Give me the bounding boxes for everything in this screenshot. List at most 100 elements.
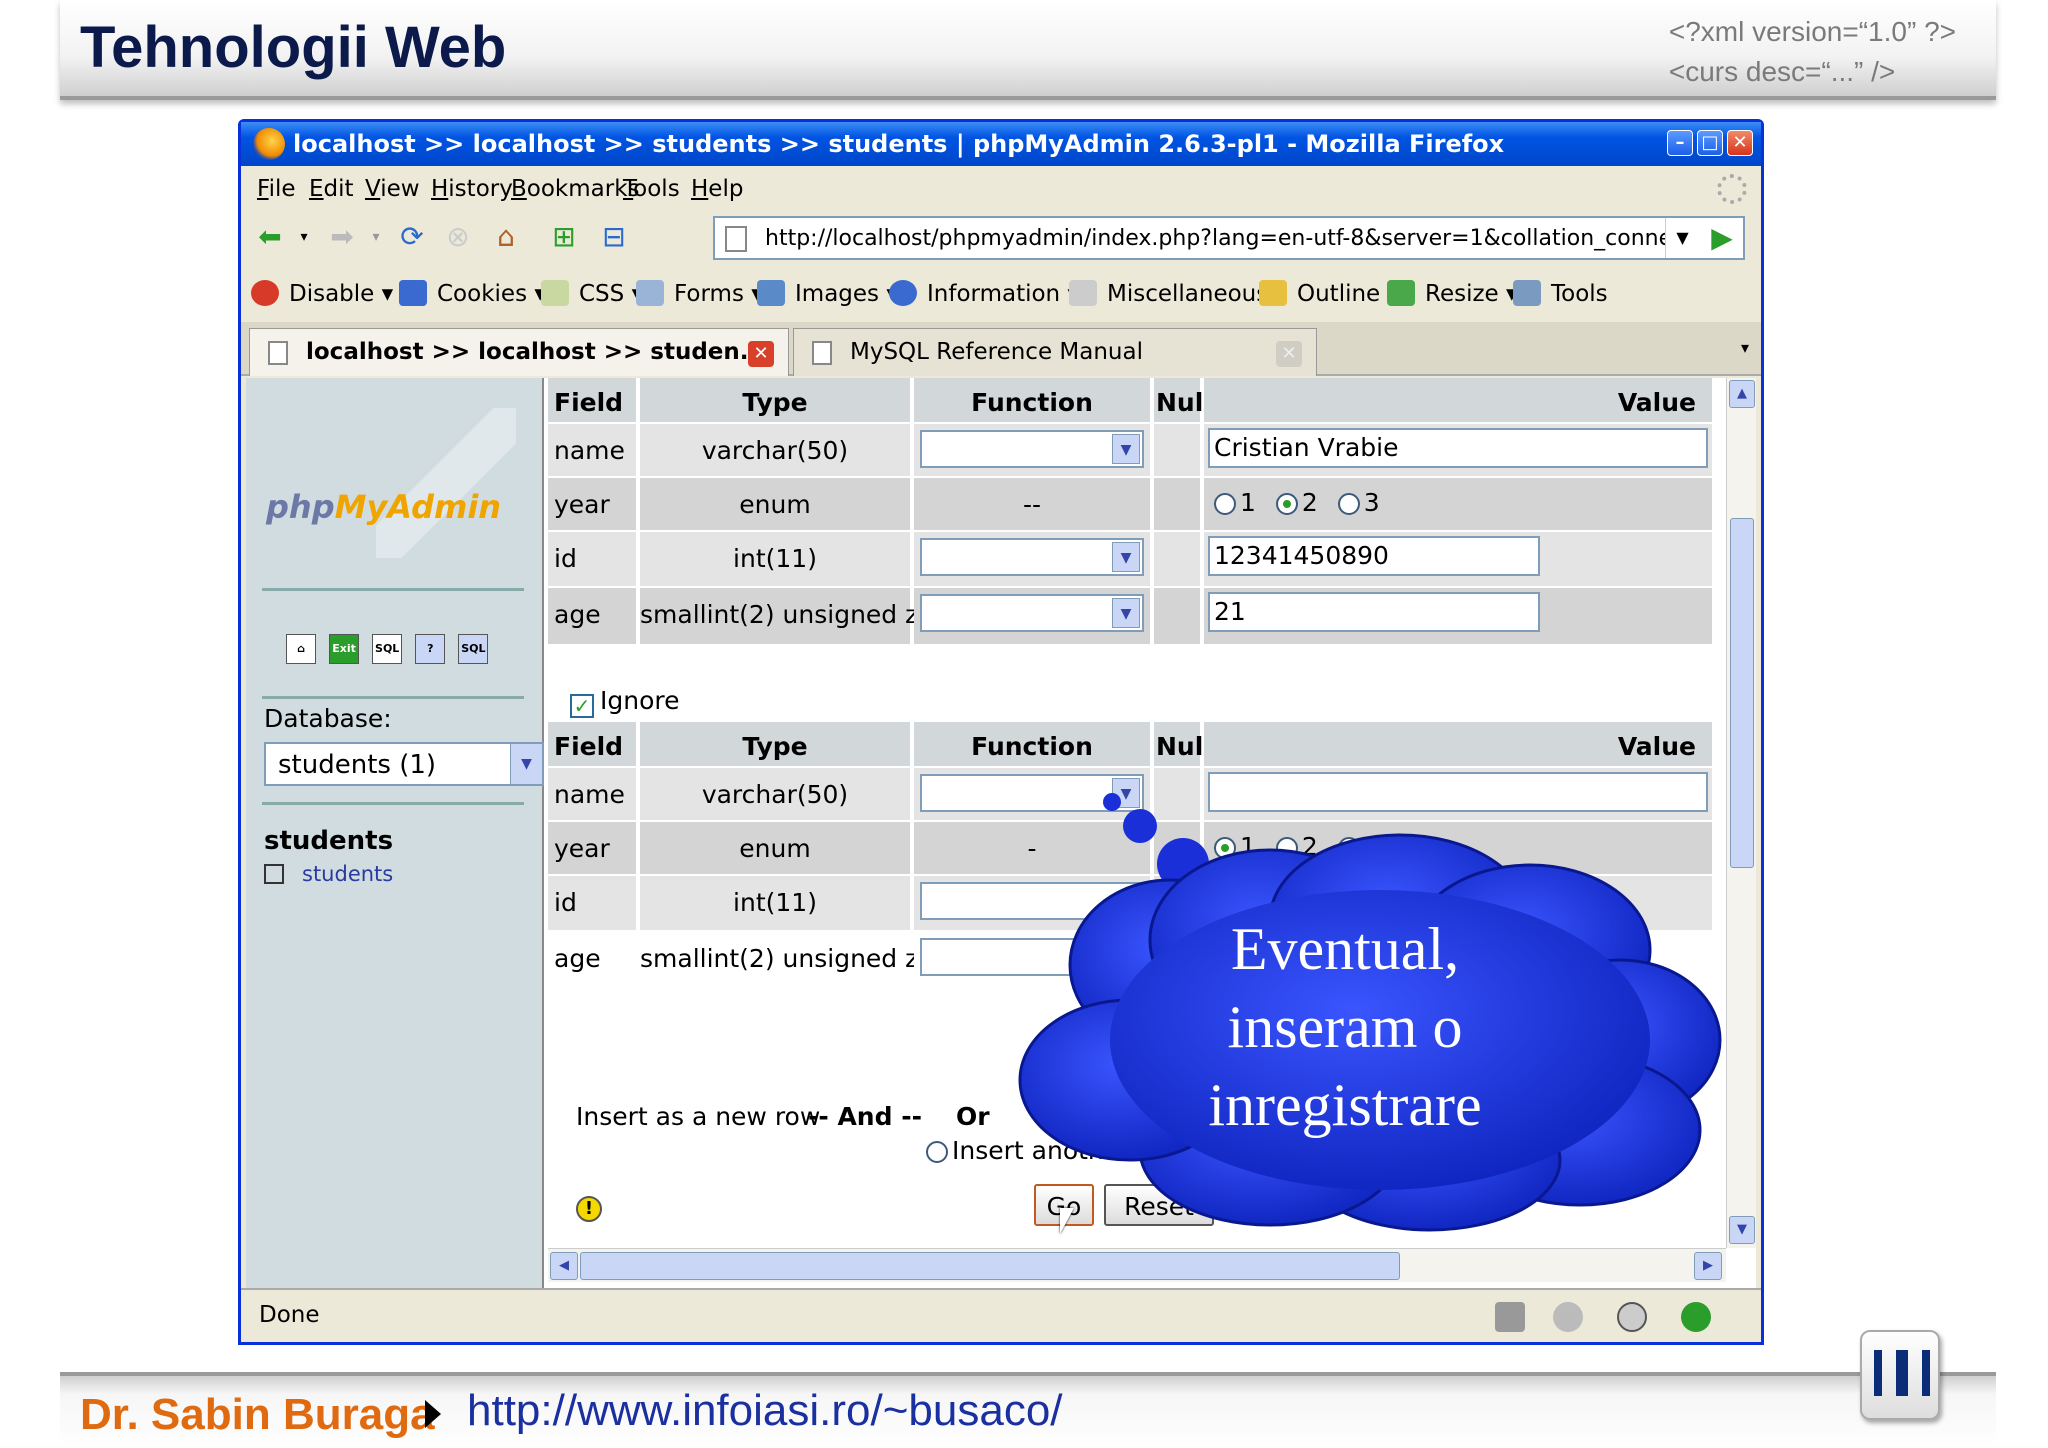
css-icon [541,280,569,306]
tab-mysql-manual[interactable]: MySQL Reference Manual ✕ [793,328,1317,376]
chevron-down-icon[interactable]: ▼ [1112,434,1140,464]
scroll-up-icon[interactable]: ▲ [1729,380,1755,408]
new-tab-icon[interactable]: ⊞ [547,220,581,254]
menu-file[interactable]: File [257,176,296,202]
scroll-down-icon[interactable]: ▼ [1729,1216,1755,1244]
database-label: Database: [264,704,392,733]
year-option-2[interactable]: 2 [1275,832,1318,861]
value-input[interactable]: 21 [1208,592,1540,632]
year-option-3[interactable]: 3 [1337,832,1380,861]
scroll-right-icon[interactable]: ▶ [1694,1252,1722,1280]
go-arrow-icon[interactable]: ▶ [1705,222,1739,254]
menu-tools[interactable]: Tools [623,176,680,202]
menu-view[interactable]: View [365,176,420,202]
radio-icon[interactable] [1214,493,1236,515]
value-input[interactable] [1208,772,1708,812]
horizontal-scrollbar[interactable]: ◀ ▶ [548,1248,1726,1282]
chevron-down-icon[interactable]: ▼ [1112,542,1140,572]
url-text[interactable]: http://localhost/phpmyadmin/index.php?la… [765,226,1665,251]
database-select[interactable]: students (1) ▼ [264,742,544,786]
new-window-icon[interactable]: ⊟ [597,220,631,254]
function-select[interactable]: ▼ [920,430,1144,468]
checkmark-icon[interactable]: ✓ [570,694,594,718]
stop-icon[interactable]: ⊗ [441,220,475,254]
dev-resize[interactable]: Resize ▾ [1387,280,1518,307]
close-tab-icon[interactable]: ✕ [1276,341,1302,367]
year-option-1[interactable]: 1 [1214,488,1256,517]
dev-tools[interactable]: Tools [1513,280,1608,307]
forward-dropdown-icon[interactable]: ▾ [359,220,393,254]
close-tab-icon[interactable]: ✕ [748,341,774,367]
database-name[interactable]: students [264,826,393,856]
null-cell [1154,768,1200,820]
adblock-icon[interactable] [1617,1302,1647,1332]
function-select[interactable]: ▼ [920,594,1144,632]
images-icon [757,280,785,306]
scroll-left-icon[interactable]: ◀ [550,1252,578,1280]
close-button[interactable]: ✕ [1727,130,1753,156]
url-dropdown-icon[interactable]: ▼ [1665,218,1699,258]
function-select[interactable]: ▼ [920,774,1144,812]
reset-button[interactable]: Reset [1104,1184,1214,1226]
footer-url[interactable]: http://www.infoiasi.ro/~busaco/ [467,1386,1063,1436]
database-select-value: students (1) [278,750,437,780]
chevron-down-icon[interactable]: ▼ [1112,778,1140,808]
radio-icon[interactable] [1337,837,1360,859]
value-input[interactable]: 12341450890 [1208,536,1540,576]
ignore-checkbox[interactable]: ✓ Ignore [570,686,680,718]
year-option-2[interactable]: 2 [1275,488,1318,517]
forward-icon[interactable]: ➡ [325,220,359,254]
exit-icon[interactable]: Exit [329,634,360,664]
year-option-1[interactable]: 1 [1214,832,1256,861]
tab-phpmyadmin[interactable]: localhost >> localhost >> studen... ✕ [249,328,789,376]
home-icon[interactable]: ⌂ [286,634,316,664]
radio-selected-icon[interactable] [1214,837,1236,859]
screengrab-icon[interactable] [1495,1302,1525,1332]
maximize-button[interactable]: □ [1697,130,1723,156]
radio-icon[interactable] [926,1141,948,1163]
header-field: Field [548,722,636,766]
function-select[interactable]: ▼ [920,538,1144,576]
reload-icon[interactable]: ⟳ [395,220,429,254]
sql-help-icon[interactable]: SQL [458,634,489,664]
phpmyadmin-logo[interactable]: phpMyAdmin [266,488,501,526]
dev-disable[interactable]: Disable ▾ [251,280,393,307]
vertical-scrollbar[interactable]: ▲ ▼ [1726,378,1756,1248]
chevron-down-icon[interactable]: ▼ [510,744,542,784]
url-bar[interactable]: http://localhost/phpmyadmin/index.php?la… [713,216,1745,260]
dev-css[interactable]: CSS ▾ [541,280,643,307]
radio-icon[interactable] [1275,837,1298,859]
help-icon[interactable]: ? [415,634,446,664]
minimize-button[interactable]: – [1667,130,1693,156]
university-logo [1860,1330,1940,1420]
tab-label: MySQL Reference Manual [850,339,1143,365]
scroll-thumb[interactable] [1730,518,1754,868]
chevron-down-icon[interactable]: ▼ [1112,598,1140,628]
dev-information[interactable]: Information ▾ [889,280,1079,307]
sql-icon[interactable]: SQL [372,634,403,664]
check-icon[interactable] [1681,1302,1711,1332]
dev-cookies-label: Cookies ▾ [437,281,546,307]
dev-cookies[interactable]: Cookies ▾ [399,280,546,307]
sidebar-table-link[interactable]: students [264,862,393,886]
radio-selected-icon[interactable] [1275,493,1298,515]
back-icon[interactable]: ⬅ [253,220,287,254]
home-icon[interactable]: ⌂ [489,220,523,254]
dev-miscellaneous[interactable]: Miscellaneous ▾ [1069,280,1287,307]
status-circle-icon[interactable] [1553,1302,1583,1332]
value-input[interactable]: Cristian Vrabie [1208,428,1708,468]
tab-list-icon[interactable]: ▾ [1741,338,1749,357]
dev-forms[interactable]: Forms ▾ [636,280,763,307]
menu-bookmarks[interactable]: Bookmarks [511,176,640,202]
title-bar[interactable]: localhost >> localhost >> students >> st… [241,122,1761,166]
menu-history[interactable]: History [431,176,513,202]
menu-edit[interactable]: Edit [309,176,354,202]
dev-outline[interactable]: Outline ▾ [1259,280,1399,307]
back-dropdown-icon[interactable]: ▾ [287,220,321,254]
scroll-thumb[interactable] [580,1252,1400,1280]
dev-images[interactable]: Images ▾ [757,280,898,307]
year-option-3[interactable]: 3 [1337,488,1380,517]
outline-icon [1259,280,1287,306]
menu-help[interactable]: Help [691,176,743,202]
radio-icon[interactable] [1337,493,1360,515]
